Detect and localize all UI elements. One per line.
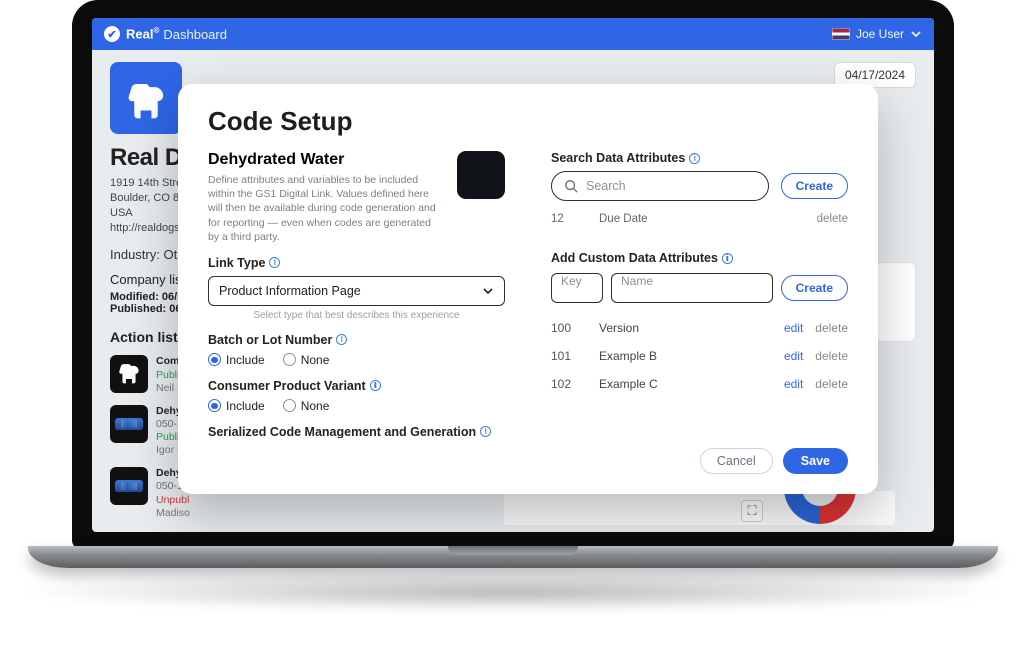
user-name: Joe User (856, 27, 904, 41)
modal-right-column: Search Data Attributes Search Create 12 … (551, 151, 848, 438)
chevron-down-icon (910, 28, 922, 40)
custom-create-button[interactable]: Create (781, 275, 848, 301)
product-thumb (457, 151, 505, 199)
edit-link[interactable]: edit (784, 321, 803, 335)
topbar: ✔ Real® Dashboard Joe User (92, 18, 934, 50)
radio-option[interactable]: None (283, 399, 330, 413)
modal-footer: Cancel Save (208, 448, 848, 474)
custom-attr-row: 101Example Beditdelete (551, 341, 848, 369)
radio-option[interactable]: None (283, 353, 330, 367)
panel-edge (876, 262, 916, 342)
radio-icon (208, 399, 221, 412)
info-icon[interactable] (269, 257, 280, 268)
search-input[interactable]: Search (551, 171, 769, 201)
radio-icon (208, 353, 221, 366)
brand-name: Real® (126, 26, 159, 41)
tube-thumb (110, 467, 148, 505)
save-button[interactable]: Save (783, 448, 848, 474)
map-fullscreen-icon[interactable]: ⛶ (741, 500, 763, 522)
batch-label: Batch or Lot Number (208, 333, 505, 347)
search-attr-label: Search Data Attributes (551, 151, 848, 165)
modal-title: Code Setup (208, 106, 848, 137)
search-result-row: 12 Due Date delete (551, 213, 848, 225)
variant-label: Consumer Product Variant (208, 379, 505, 393)
laptop-shadow (10, 572, 1010, 612)
delete-link[interactable]: delete (817, 213, 848, 225)
variant-radio-group: Include None (208, 399, 505, 413)
product-desc: Define attributes and variables to be in… (208, 173, 443, 244)
radio-icon (283, 353, 296, 366)
brand-sub: Dashboard (163, 27, 227, 42)
laptop-frame: ✔ Real® Dashboard Joe User Real Do (48, 0, 978, 560)
edit-link[interactable]: edit (784, 377, 803, 391)
link-type-label: Link Type (208, 256, 505, 270)
radio-option[interactable]: Include (208, 353, 265, 367)
delete-link[interactable]: delete (815, 349, 848, 363)
chevron-down-icon (482, 285, 494, 297)
brand-check-icon: ✔ (104, 26, 120, 42)
search-create-button[interactable]: Create (781, 173, 848, 199)
search-icon (564, 179, 578, 193)
tube-thumb (110, 405, 148, 443)
custom-attr-row: 102Example Ceditdelete (551, 369, 848, 397)
info-icon[interactable] (336, 334, 347, 345)
custom-key-input[interactable]: Key (551, 273, 603, 303)
link-type-select[interactable]: Product Information Page (208, 276, 505, 306)
radio-option[interactable]: Include (208, 399, 265, 413)
dog-thumb (110, 355, 148, 393)
radio-icon (283, 399, 296, 412)
cancel-button[interactable]: Cancel (700, 448, 773, 474)
laptop-base (28, 546, 998, 568)
info-icon[interactable] (370, 380, 381, 391)
delete-link[interactable]: delete (815, 377, 848, 391)
info-icon[interactable] (480, 426, 491, 437)
flag-icon (832, 28, 850, 40)
link-type-hint: Select type that best describes this exp… (208, 310, 505, 321)
edit-link[interactable]: edit (784, 349, 803, 363)
app-display: ✔ Real® Dashboard Joe User Real Do (92, 18, 934, 532)
dog-icon (121, 73, 171, 123)
modal-left-column: Dehydrated Water Define attributes and v… (208, 151, 505, 438)
code-setup-modal: Code Setup Dehydrated Water Define attri… (178, 84, 878, 494)
custom-attr-label: Add Custom Data Attributes (551, 251, 848, 265)
info-icon[interactable] (722, 253, 733, 264)
custom-attr-row: 100Versioneditdelete (551, 313, 848, 341)
custom-name-input[interactable]: Name (611, 273, 773, 303)
serial-label: Serialized Code Management and Generatio… (208, 425, 505, 438)
laptop-bezel: ✔ Real® Dashboard Joe User Real Do (72, 0, 954, 550)
user-menu[interactable]: Joe User (832, 27, 922, 41)
product-name: Dehydrated Water (208, 151, 443, 169)
delete-link[interactable]: delete (815, 321, 848, 335)
batch-radio-group: Include None (208, 353, 505, 367)
info-icon[interactable] (689, 153, 700, 164)
company-logo (110, 62, 182, 134)
